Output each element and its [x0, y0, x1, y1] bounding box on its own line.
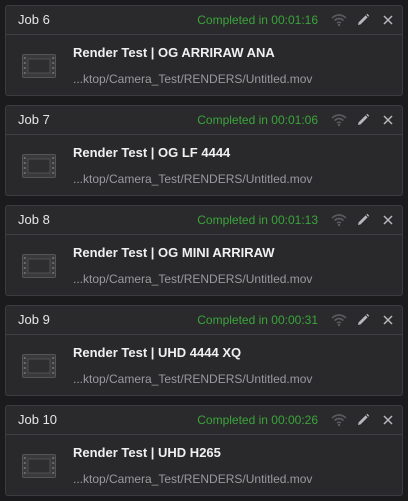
job-header: Job 9 Completed in 00:00:31 [6, 306, 402, 335]
job-output-path: ...ktop/Camera_Test/RENDERS/Untitled.mov [73, 272, 313, 286]
remote-render-icon[interactable] [330, 111, 348, 129]
render-queue-list: Job 6 Completed in 00:01:16 Render Test … [0, 0, 408, 501]
job-card[interactable]: Job 7 Completed in 00:01:06 Render Test … [5, 105, 403, 196]
job-name: Render Test | OG LF 4444 [73, 145, 231, 160]
job-body: Render Test | OG ARRIRAW ANA ...ktop/Cam… [6, 35, 402, 95]
close-icon[interactable] [379, 111, 397, 129]
film-clip-icon [22, 354, 56, 378]
job-card[interactable]: Job 6 Completed in 00:01:16 Render Test … [5, 5, 403, 96]
job-header: Job 8 Completed in 00:01:13 [6, 206, 402, 235]
job-title: Job 9 [18, 312, 50, 327]
job-title: Job 6 [18, 12, 50, 27]
job-body: Render Test | UHD H265 ...ktop/Camera_Te… [6, 435, 402, 495]
pencil-icon[interactable] [354, 411, 372, 429]
job-output-path: ...ktop/Camera_Test/RENDERS/Untitled.mov [73, 372, 313, 386]
job-card[interactable]: Job 10 Completed in 00:00:26 Render Test… [5, 405, 403, 496]
job-output-path: ...ktop/Camera_Test/RENDERS/Untitled.mov [73, 172, 313, 186]
close-icon[interactable] [379, 411, 397, 429]
remote-render-icon[interactable] [330, 211, 348, 229]
remote-render-icon[interactable] [330, 311, 348, 329]
job-title: Job 10 [18, 412, 58, 427]
job-output-path: ...ktop/Camera_Test/RENDERS/Untitled.mov [73, 472, 313, 486]
film-clip-icon [22, 454, 56, 478]
job-status: Completed in 00:01:13 [197, 213, 318, 227]
job-status: Completed in 00:01:06 [197, 113, 318, 127]
pencil-icon[interactable] [354, 11, 372, 29]
job-title: Job 7 [18, 112, 50, 127]
pencil-icon[interactable] [354, 111, 372, 129]
film-clip-icon [22, 154, 56, 178]
pencil-icon[interactable] [354, 211, 372, 229]
job-name: Render Test | UHD 4444 XQ [73, 345, 242, 360]
close-icon[interactable] [379, 311, 397, 329]
job-header: Job 10 Completed in 00:00:26 [6, 406, 402, 435]
pencil-icon[interactable] [354, 311, 372, 329]
job-body: Render Test | OG LF 4444 ...ktop/Camera_… [6, 135, 402, 195]
job-name: Render Test | UHD H265 [73, 445, 221, 460]
close-icon[interactable] [379, 211, 397, 229]
film-clip-icon [22, 254, 56, 278]
job-status: Completed in 00:01:16 [197, 13, 318, 27]
job-status: Completed in 00:00:31 [197, 313, 318, 327]
job-name: Render Test | OG MINI ARRIRAW [73, 245, 275, 260]
job-title: Job 8 [18, 212, 50, 227]
job-name: Render Test | OG ARRIRAW ANA [73, 45, 275, 60]
remote-render-icon[interactable] [330, 411, 348, 429]
job-card[interactable]: Job 8 Completed in 00:01:13 Render Test … [5, 205, 403, 296]
job-header: Job 7 Completed in 00:01:06 [6, 106, 402, 135]
job-output-path: ...ktop/Camera_Test/RENDERS/Untitled.mov [73, 72, 313, 86]
film-clip-icon [22, 54, 56, 78]
job-header: Job 6 Completed in 00:01:16 [6, 6, 402, 35]
job-card[interactable]: Job 9 Completed in 00:00:31 Render Test … [5, 305, 403, 396]
remote-render-icon[interactable] [330, 11, 348, 29]
job-body: Render Test | OG MINI ARRIRAW ...ktop/Ca… [6, 235, 402, 295]
job-status: Completed in 00:00:26 [197, 413, 318, 427]
job-body: Render Test | UHD 4444 XQ ...ktop/Camera… [6, 335, 402, 395]
close-icon[interactable] [379, 11, 397, 29]
